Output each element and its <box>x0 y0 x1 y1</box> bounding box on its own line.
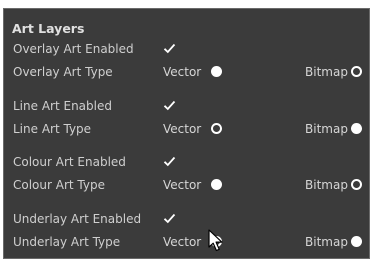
line-art-enabled-checkbox[interactable] <box>163 99 176 112</box>
check-icon <box>163 100 176 111</box>
check-icon <box>163 156 176 167</box>
mouse-pointer-icon <box>208 229 226 253</box>
colour-art-type-label: Colour Art Type <box>13 178 105 192</box>
check-icon <box>163 43 176 54</box>
line-art-enabled-label: Line Art Enabled <box>13 99 112 113</box>
check-icon <box>163 213 176 224</box>
overlay-art-type-row: Overlay Art Type Vector Bitmap <box>4 63 369 81</box>
overlay-art-enabled-label: Overlay Art Enabled <box>13 42 134 56</box>
line-art-type-label: Line Art Type <box>13 122 92 136</box>
overlay-bitmap-label: Bitmap <box>305 65 348 79</box>
overlay-art-type-label: Overlay Art Type <box>13 65 113 79</box>
underlay-art-enabled-row: Underlay Art Enabled <box>4 210 369 228</box>
overlay-art-enabled-row: Overlay Art Enabled <box>4 40 369 58</box>
underlay-art-type-row: Underlay Art Type Vector Bitmap <box>4 233 369 251</box>
underlay-art-enabled-checkbox[interactable] <box>163 212 176 225</box>
line-vector-label: Vector <box>163 122 202 136</box>
overlay-bitmap-radio[interactable] <box>351 66 362 77</box>
panel-heading: Art Layers <box>12 21 85 36</box>
overlay-art-enabled-checkbox[interactable] <box>163 42 176 55</box>
colour-art-enabled-checkbox[interactable] <box>163 155 176 168</box>
colour-art-enabled-label: Colour Art Enabled <box>13 155 126 169</box>
colour-bitmap-radio[interactable] <box>351 179 362 190</box>
underlay-art-enabled-label: Underlay Art Enabled <box>13 212 142 226</box>
overlay-vector-label: Vector <box>163 65 202 79</box>
colour-vector-label: Vector <box>163 178 202 192</box>
underlay-bitmap-radio[interactable] <box>351 236 362 247</box>
line-bitmap-radio[interactable] <box>351 123 362 134</box>
line-vector-radio[interactable] <box>211 123 222 134</box>
line-art-enabled-row: Line Art Enabled <box>4 97 369 115</box>
underlay-art-type-label: Underlay Art Type <box>13 235 121 249</box>
colour-vector-radio[interactable] <box>211 179 222 190</box>
line-bitmap-label: Bitmap <box>305 122 348 136</box>
overlay-vector-radio[interactable] <box>211 66 222 77</box>
art-layers-panel: Art Layers Overlay Art Enabled Overlay A… <box>3 8 370 259</box>
underlay-vector-label: Vector <box>163 235 202 249</box>
colour-art-type-row: Colour Art Type Vector Bitmap <box>4 176 369 194</box>
colour-bitmap-label: Bitmap <box>305 178 348 192</box>
line-art-type-row: Line Art Type Vector Bitmap <box>4 120 369 138</box>
underlay-bitmap-label: Bitmap <box>305 235 348 249</box>
colour-art-enabled-row: Colour Art Enabled <box>4 153 369 171</box>
